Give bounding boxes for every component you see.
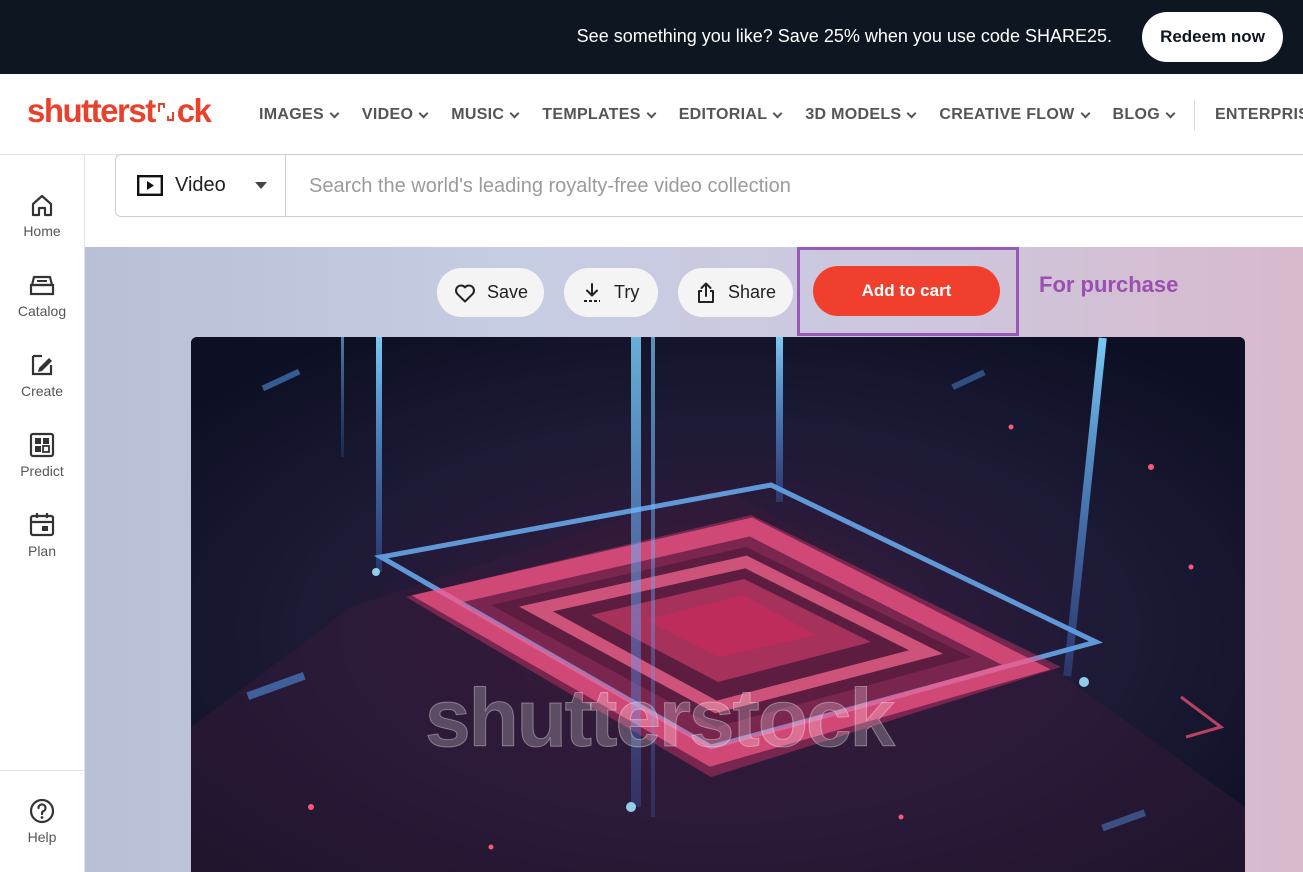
sidebar-item-label: Help bbox=[27, 829, 57, 845]
sidebar-item-label: Catalog bbox=[17, 303, 67, 319]
nav-menu: IMAGES VIDEO MUSIC TEMPLATES EDITORIAL 3… bbox=[259, 100, 1303, 130]
heart-icon bbox=[455, 284, 475, 302]
save-label: Save bbox=[487, 282, 529, 302]
add-to-cart-button[interactable]: Add to cart bbox=[813, 266, 1000, 316]
sidebar-divider bbox=[0, 770, 84, 771]
nav-music[interactable]: MUSIC bbox=[451, 106, 520, 124]
chevron-down-icon bbox=[329, 108, 340, 118]
video-preview[interactable]: shutterstock bbox=[191, 337, 1245, 872]
sidebar-item-predict[interactable]: Predict bbox=[0, 431, 84, 501]
help-icon bbox=[29, 798, 55, 824]
nav-editorial[interactable]: EDITORIAL bbox=[679, 106, 783, 124]
chevron-down-icon bbox=[906, 108, 917, 118]
search-type-dropdown[interactable]: Video bbox=[116, 155, 286, 216]
search-type-label: Video bbox=[175, 174, 226, 196]
share-button[interactable]: Share bbox=[678, 268, 793, 317]
share-label: Share bbox=[728, 282, 777, 302]
predict-icon bbox=[29, 432, 55, 458]
nav-creative-flow[interactable]: CREATIVE FLOW bbox=[939, 106, 1090, 124]
redeem-now-button[interactable]: Redeem now bbox=[1142, 12, 1283, 62]
caret-down-icon bbox=[255, 182, 267, 189]
nav-blog[interactable]: BLOG bbox=[1113, 106, 1176, 124]
catalog-icon bbox=[29, 275, 55, 296]
video-frame bbox=[191, 337, 1245, 872]
create-icon bbox=[31, 354, 53, 376]
video-play-icon bbox=[137, 175, 163, 196]
download-icon bbox=[584, 282, 600, 302]
chevron-down-icon bbox=[646, 108, 657, 118]
share-icon bbox=[698, 282, 714, 303]
search-input[interactable] bbox=[309, 171, 1209, 201]
save-button[interactable]: Save bbox=[437, 268, 544, 317]
sidebar-item-catalog[interactable]: Catalog bbox=[0, 271, 84, 341]
sidebar-item-label: Predict bbox=[20, 463, 64, 479]
left-sidebar: Home Catalog Create Predict Plan Help bbox=[0, 155, 85, 872]
annotation-label: For purchase bbox=[1039, 272, 1179, 297]
try-label: Try bbox=[614, 282, 640, 302]
nav-3d-models[interactable]: 3D MODELS bbox=[805, 106, 917, 124]
sidebar-item-label: Plan bbox=[27, 543, 57, 559]
search-bar: Video bbox=[115, 154, 1303, 217]
nav-divider bbox=[1193, 100, 1195, 130]
sidebar-item-label: Create bbox=[20, 383, 64, 399]
sidebar-item-home[interactable]: Home bbox=[0, 191, 84, 261]
nav-templates[interactable]: TEMPLATES bbox=[542, 106, 657, 124]
sidebar-item-plan[interactable]: Plan bbox=[0, 511, 84, 581]
chevron-down-icon bbox=[418, 108, 429, 118]
promo-bar: See something you like? Save 25% when yo… bbox=[0, 0, 1303, 74]
sidebar-item-create[interactable]: Create bbox=[0, 351, 84, 421]
sidebar-item-help[interactable]: Help bbox=[0, 797, 84, 867]
chevron-down-icon bbox=[1165, 108, 1176, 118]
shutterstock-logo[interactable]: shutterst ck bbox=[27, 92, 212, 130]
chevron-down-icon bbox=[1080, 108, 1090, 118]
logo-o-mark bbox=[157, 103, 174, 121]
try-button[interactable]: Try bbox=[564, 268, 658, 317]
promo-text: See something you like? Save 25% when yo… bbox=[576, 26, 1112, 46]
nav-enterprise[interactable]: ENTERPRISE bbox=[1215, 106, 1303, 124]
home-icon bbox=[31, 194, 53, 217]
plan-icon bbox=[29, 513, 55, 537]
chevron-down-icon bbox=[509, 108, 520, 118]
nav-images[interactable]: IMAGES bbox=[259, 106, 340, 124]
nav-video[interactable]: VIDEO bbox=[362, 106, 429, 124]
video-watermark: shutterstock bbox=[424, 673, 895, 765]
chevron-down-icon bbox=[772, 108, 783, 118]
sidebar-item-label: Home bbox=[23, 223, 61, 239]
top-nav: shutterst ck IMAGES VIDEO MUSIC TEMPLATE… bbox=[0, 74, 1303, 155]
